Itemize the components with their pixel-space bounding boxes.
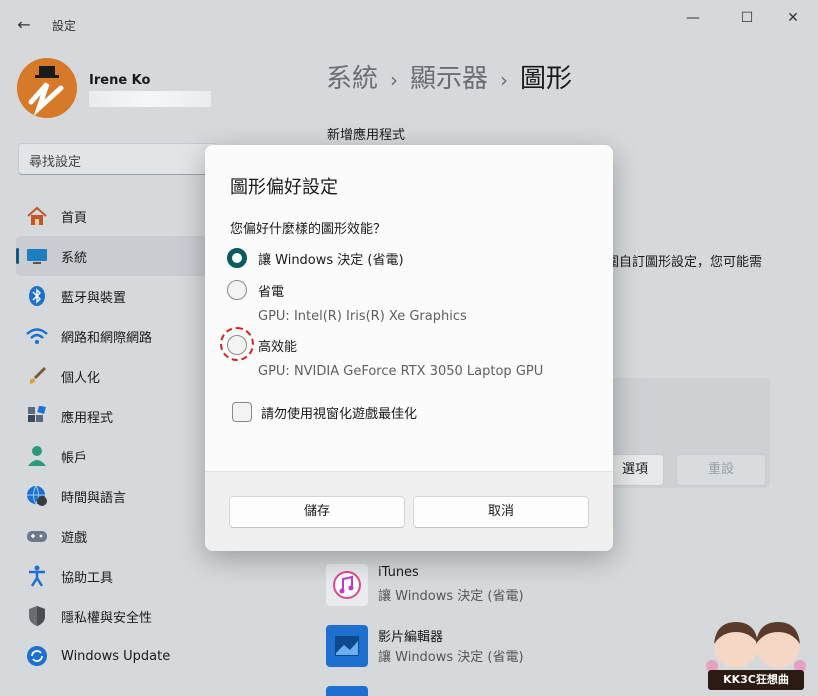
breadcrumb-separator: › bbox=[390, 68, 399, 92]
globe-clock-icon bbox=[25, 485, 49, 507]
dialog-title: 圖形偏好設定 bbox=[230, 177, 338, 198]
search-input[interactable]: 尋找設定 bbox=[18, 143, 218, 175]
minimize-button[interactable]: — bbox=[670, 6, 716, 30]
profile-email-redacted bbox=[89, 91, 211, 107]
person-icon bbox=[25, 445, 49, 467]
watermark-logo: KK3C狂想曲 bbox=[700, 614, 812, 692]
sidebar-item-privacy[interactable]: 隱私權與安全性 bbox=[16, 596, 216, 636]
app-preference: 讓 Windows 決定 (省電) bbox=[378, 589, 524, 604]
gamepad-icon bbox=[25, 525, 49, 547]
profile-name: Irene Ko bbox=[89, 73, 151, 88]
breadcrumb-system[interactable]: 系統 bbox=[326, 64, 378, 94]
dialog-footer: 儲存 取消 bbox=[205, 471, 613, 551]
sidebar-item-accounts[interactable]: 帳戶 bbox=[16, 436, 216, 476]
sidebar-item-label: 藍牙與裝置 bbox=[61, 290, 127, 306]
breadcrumb: 系統 › 顯示器 › 圖形 bbox=[326, 58, 572, 95]
windowed-optimization-option[interactable]: 請勿使用視窗化遊戲最佳化 bbox=[232, 402, 417, 422]
sidebar-item-label: 系統 bbox=[61, 250, 88, 266]
app-name: 影片編輯器 bbox=[378, 630, 444, 645]
sidebar-nav: 首頁 系統 藍牙與裝置 網路和網際網路 個人化 應用程式 帳戶 時間與語言 遊戲… bbox=[16, 196, 216, 676]
checkbox-label: 請勿使用視窗化遊戲最佳化 bbox=[261, 406, 418, 422]
brush-icon bbox=[25, 365, 49, 387]
update-icon bbox=[25, 645, 49, 667]
reset-button[interactable]: 重設 bbox=[676, 454, 766, 486]
highlight-annotation bbox=[220, 327, 254, 361]
watermark-text: KK3C狂想曲 bbox=[708, 670, 804, 690]
sidebar-item-label: 帳戶 bbox=[61, 450, 88, 466]
dialog-question: 您偏好什麼樣的圖形效能？ bbox=[230, 222, 387, 237]
section-heading: 新增應用程式 bbox=[327, 128, 406, 143]
app-icon bbox=[326, 686, 368, 696]
sidebar-item-system[interactable]: 系統 bbox=[16, 236, 216, 276]
sidebar-item-label: 遊戲 bbox=[61, 530, 88, 546]
sidebar-item-label: 協助工具 bbox=[61, 570, 114, 586]
radio-button[interactable] bbox=[227, 280, 247, 300]
sidebar-item-bluetooth[interactable]: 藍牙與裝置 bbox=[16, 276, 216, 316]
sidebar-item-label: 應用程式 bbox=[61, 410, 114, 426]
close-button[interactable]: ✕ bbox=[770, 6, 816, 30]
sidebar-item-time-language[interactable]: 時間與語言 bbox=[16, 476, 216, 516]
app-title: 設定 bbox=[52, 19, 77, 33]
breadcrumb-display[interactable]: 顯示器 bbox=[410, 64, 488, 94]
monitor-icon bbox=[25, 245, 49, 267]
avatar[interactable] bbox=[17, 58, 77, 118]
radio-label: 省電 bbox=[258, 284, 285, 300]
description-text: 圍自訂圖形設定，您可能需 bbox=[606, 255, 763, 270]
radio-option-let-windows-decide[interactable]: 讓 Windows 決定 (省電) bbox=[227, 248, 404, 268]
app-preference: 讓 Windows 決定 (省電) bbox=[378, 650, 524, 665]
shield-icon bbox=[25, 605, 49, 627]
sidebar-item-accessibility[interactable]: 協助工具 bbox=[16, 556, 216, 596]
home-icon bbox=[25, 205, 49, 227]
radio-option-power-saving[interactable]: 省電 bbox=[227, 280, 284, 300]
app-name: iTunes bbox=[378, 565, 419, 580]
back-button[interactable]: ← bbox=[12, 14, 36, 36]
sidebar-item-label: 個人化 bbox=[61, 370, 101, 386]
bluetooth-icon bbox=[25, 285, 49, 307]
apps-icon bbox=[25, 405, 49, 427]
checkbox[interactable] bbox=[232, 402, 252, 422]
sidebar-item-label: Windows Update bbox=[61, 648, 171, 664]
save-button[interactable]: 儲存 bbox=[229, 496, 405, 528]
sidebar-item-windows-update[interactable]: Windows Update bbox=[16, 636, 216, 676]
sidebar-item-network[interactable]: 網路和網際網路 bbox=[16, 316, 216, 356]
page-title: 圖形 bbox=[520, 64, 573, 94]
sidebar-item-label: 網路和網際網路 bbox=[61, 330, 153, 346]
gpu-info: GPU: Intel(R) Iris(R) Xe Graphics bbox=[258, 309, 467, 324]
sidebar-item-home[interactable]: 首頁 bbox=[16, 196, 216, 236]
video-editor-icon bbox=[326, 625, 368, 667]
graphics-preference-dialog: 圖形偏好設定 您偏好什麼樣的圖形效能？ 讓 Windows 決定 (省電) 省電… bbox=[205, 145, 613, 551]
gpu-info: GPU: NVIDIA GeForce RTX 3050 Laptop GPU bbox=[258, 364, 544, 379]
radio-label: 高效能 bbox=[258, 339, 298, 355]
cancel-button[interactable]: 取消 bbox=[413, 496, 589, 528]
title-bar: ← 設定 — ☐ ✕ bbox=[0, 0, 818, 48]
itunes-icon bbox=[326, 564, 368, 606]
radio-label: 讓 Windows 決定 (省電) bbox=[258, 252, 404, 268]
accessibility-icon bbox=[25, 565, 49, 587]
sidebar-item-personalization[interactable]: 個人化 bbox=[16, 356, 216, 396]
sidebar-item-label: 隱私權與安全性 bbox=[61, 610, 153, 626]
wifi-icon bbox=[25, 325, 49, 347]
sidebar-item-apps[interactable]: 應用程式 bbox=[16, 396, 216, 436]
radio-button[interactable] bbox=[227, 248, 247, 268]
sidebar-item-label: 首頁 bbox=[61, 210, 88, 226]
sidebar-item-label: 時間與語言 bbox=[61, 490, 127, 506]
breadcrumb-separator: › bbox=[500, 68, 509, 92]
sidebar-item-gaming[interactable]: 遊戲 bbox=[16, 516, 216, 556]
maximize-button[interactable]: ☐ bbox=[724, 6, 770, 30]
